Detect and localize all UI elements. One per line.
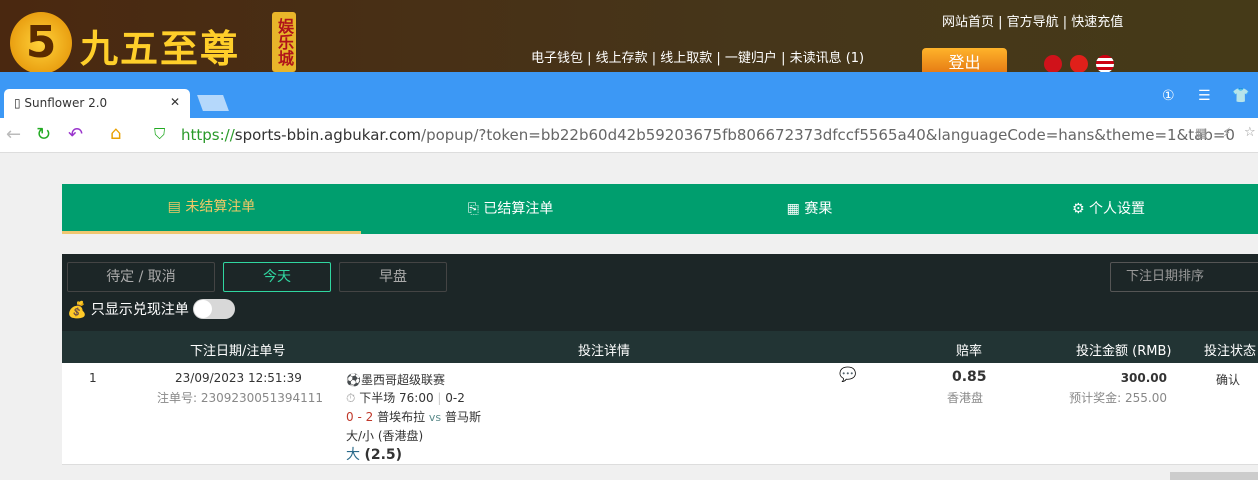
- us-flag-icon[interactable]: [1096, 55, 1114, 72]
- qr-icon[interactable]: ▦: [1195, 126, 1207, 141]
- row-index: 1: [89, 371, 97, 385]
- bet-status: 确认: [1216, 373, 1241, 387]
- skin-icon[interactable]: 👕: [1232, 88, 1249, 104]
- logo-sub: 娱乐城: [272, 12, 296, 72]
- period: 下半场 76:00: [359, 391, 434, 405]
- logo-text: 九五至尊: [80, 27, 241, 71]
- league: ⚽墨西哥超级联赛: [346, 371, 445, 388]
- url-scheme: https://: [181, 126, 235, 144]
- odds-value: 0.85: [952, 369, 987, 385]
- url-domain: sports-bbin.agbukar.com: [234, 126, 422, 144]
- page-icon: ▯: [14, 96, 25, 110]
- top-links[interactable]: 网站首页 | 官方导航 | 快速充值: [942, 11, 1123, 30]
- col-date: 下注日期/注单号: [190, 344, 286, 359]
- col-odds: 赔率: [956, 344, 983, 359]
- url-path: /popup/?token=bb22b60d42b59203675fb80667…: [421, 126, 1235, 144]
- today-filter-button[interactable]: 今天: [223, 262, 331, 292]
- live-stream-icon[interactable]: 💬: [839, 367, 856, 383]
- table-header: 下注日期/注单号 投注详情 赔率 投注金额 (RMB) 投注状态: [62, 331, 1258, 363]
- close-tab-icon[interactable]: ✕: [170, 95, 180, 109]
- cashout-filter: 💰 只显示兑现注单: [67, 299, 235, 319]
- tab-count-icon[interactable]: ①: [1162, 88, 1175, 104]
- tab-label: 赛果: [804, 201, 833, 217]
- tab-label: 已结算注单: [483, 201, 554, 217]
- score: 0 - 2: [346, 410, 374, 424]
- col-detail: 投注详情: [578, 344, 631, 359]
- tab-settings[interactable]: ⚙ 个人设置: [959, 184, 1258, 234]
- home-team: 普埃布拉: [377, 410, 426, 424]
- tab-unsettled[interactable]: ▤ 未结算注单: [62, 184, 361, 234]
- col-amount: 投注金额 (RMB): [1076, 344, 1172, 359]
- undo-icon[interactable]: ↶: [68, 124, 83, 145]
- settled-icon: ⎘: [467, 201, 479, 217]
- match-time: ⏱ 下半场 76:00 | 0-2: [346, 391, 465, 405]
- stake-amount: 300.00: [1120, 371, 1167, 385]
- table-row: 1 23/09/2023 12:51:39 注单号: 2309230051394…: [62, 363, 1258, 465]
- hk-flag-icon[interactable]: [1044, 55, 1062, 72]
- new-tab-button[interactable]: [197, 95, 229, 111]
- match: 0 - 2 普埃布拉 vs 普马斯: [346, 408, 481, 425]
- period-score: 0-2: [445, 391, 465, 405]
- tab-title: Sunflower 2.0: [24, 96, 108, 110]
- bet-tabs: ▤ 未结算注单 ⎘ 已结算注单 ▦ 赛果 ⚙ 个人设置: [62, 184, 1258, 234]
- ticket-number: 注单号: 2309230051394111: [157, 391, 324, 405]
- menu-icon[interactable]: ☰: [1198, 88, 1211, 104]
- cashout-toggle[interactable]: [192, 299, 235, 319]
- col-status: 投注状态: [1204, 344, 1257, 359]
- horizontal-scrollbar[interactable]: [1170, 472, 1258, 480]
- stopwatch-icon: ⏱: [346, 391, 360, 405]
- cashout-label: 只显示兑现注单: [90, 302, 189, 318]
- money-bag-icon: 💰: [67, 299, 87, 319]
- early-filter-button[interactable]: 早盘: [339, 262, 447, 292]
- logo-icon: 5: [10, 12, 72, 72]
- cn-flag-icon[interactable]: [1070, 55, 1088, 72]
- bet-datetime: 23/09/2023 12:51:39: [175, 371, 302, 385]
- pick: 大: [346, 447, 360, 463]
- star-icon[interactable]: ☆: [1244, 125, 1256, 140]
- odds-type: 香港盘: [947, 391, 984, 405]
- site-banner: 5 九五至尊 娱乐城 网站首页 | 官方导航 | 快速充值 电子钱包 | 线上存…: [0, 0, 1258, 72]
- sort-select[interactable]: 下注日期排序: [1110, 262, 1258, 292]
- line: (2.5): [364, 447, 403, 463]
- back-icon[interactable]: ←: [6, 124, 21, 145]
- reload-icon[interactable]: ↻: [36, 124, 51, 145]
- results-icon: ▦: [786, 201, 800, 217]
- tab-results[interactable]: ▦ 赛果: [660, 184, 959, 234]
- selection: 大 (2.5): [346, 444, 402, 464]
- gear-icon: ⚙: [1071, 201, 1085, 217]
- shield-icon: ⛉: [154, 125, 166, 143]
- list-icon: ▤: [167, 199, 181, 215]
- pending-filter-button[interactable]: 待定 / 取消: [67, 262, 215, 292]
- estimated-payout: 预计奖金: 255.00: [1069, 391, 1167, 405]
- url-input[interactable]: https://sports-bbin.agbukar.com/popup/?t…: [181, 126, 1235, 144]
- soccer-ball-icon: ⚽: [346, 373, 361, 387]
- home-icon[interactable]: ⌂: [110, 123, 121, 144]
- lightning-icon[interactable]: ⚡: [1222, 126, 1231, 141]
- logout-button[interactable]: 登出: [922, 48, 1007, 72]
- vs-label: vs: [428, 411, 442, 424]
- market: 大/小 (香港盘): [346, 429, 424, 443]
- league-name: 墨西哥超级联赛: [360, 373, 445, 387]
- tab-settled[interactable]: ⎘ 已结算注单: [361, 184, 660, 234]
- away-team: 普马斯: [444, 410, 481, 424]
- account-links[interactable]: 电子钱包 | 线上存款 | 线上取款 | 一键归户 | 未读讯息 (1): [531, 47, 864, 66]
- browser-tab[interactable]: ▯ Sunflower 2.0 ✕: [4, 89, 190, 119]
- tab-label: 个人设置: [1089, 201, 1145, 217]
- tab-label: 未结算注单: [185, 199, 256, 215]
